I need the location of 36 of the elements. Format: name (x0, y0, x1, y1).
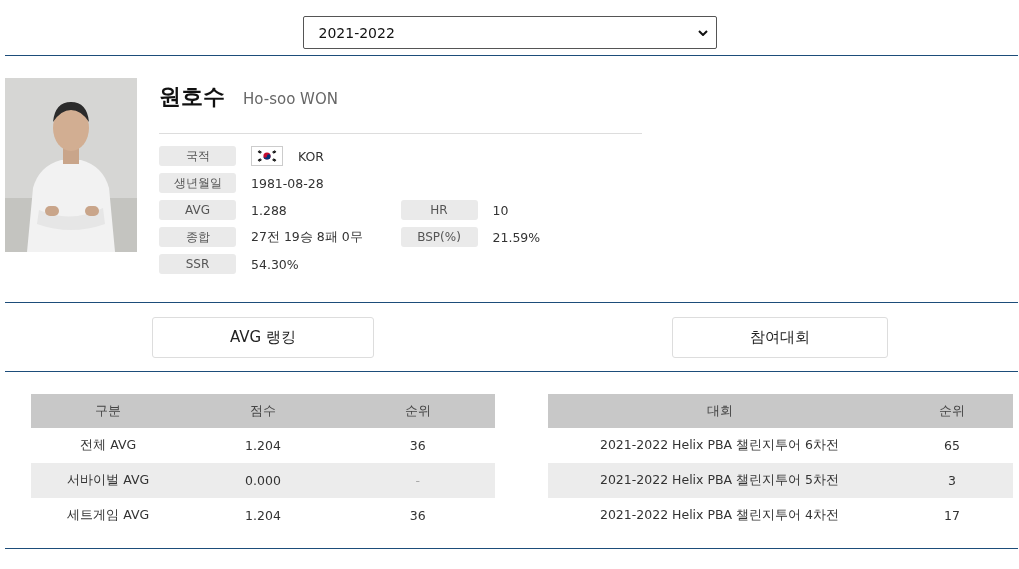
table-cell: 1.204 (185, 428, 341, 463)
table-cell: 2021-2022 Helix PBA 챌린지투어 5차전 (548, 463, 891, 498)
player-english-name: Ho-soo WON (243, 90, 338, 108)
info-value: 1.288 (251, 202, 287, 218)
table-cell: 0.000 (185, 463, 341, 498)
info-value: 21.59% (492, 229, 541, 245)
column-header: 점수 (185, 394, 341, 428)
table-cell: 36 (340, 428, 495, 463)
info-label: 국적 (159, 146, 236, 166)
info-value: 10 (492, 202, 509, 218)
info-label: SSR (159, 254, 236, 274)
info-label: BSP(%) (400, 227, 478, 247)
caret-icon (697, 29, 708, 36)
tab-button[interactable]: 참여대회 (672, 316, 888, 358)
info-label: 종합 (159, 227, 236, 247)
info-value: 27전 19승 8패 0무 (251, 228, 363, 246)
info-label: AVG (159, 200, 236, 220)
column-header: 순위 (340, 394, 495, 428)
table-cell: 전체 AVG (31, 428, 186, 463)
tab-button[interactable]: AVG 랭킹 (152, 316, 374, 358)
flag-icon (251, 146, 283, 166)
table-cell: 65 (891, 428, 1013, 463)
info-label: 생년월일 (159, 173, 236, 193)
season-select[interactable]: 2021-2022 (302, 16, 717, 49)
info-value: 54.30% (251, 256, 299, 272)
table-cell: 2021-2022 Helix PBA 챌린지투어 6차전 (548, 428, 891, 463)
info-value: 1981-08-28 (251, 175, 324, 191)
table-cell: 서바이벌 AVG (31, 463, 186, 498)
column-header: 순위 (891, 394, 1013, 428)
column-header: 대회 (548, 394, 891, 428)
player-name: 원호수 (159, 83, 225, 111)
table-cell: - (340, 463, 495, 498)
table-cell: 3 (891, 463, 1013, 498)
info-label: HR (400, 200, 478, 220)
column-header: 구분 (31, 394, 186, 428)
info-value: KOR (298, 148, 325, 164)
